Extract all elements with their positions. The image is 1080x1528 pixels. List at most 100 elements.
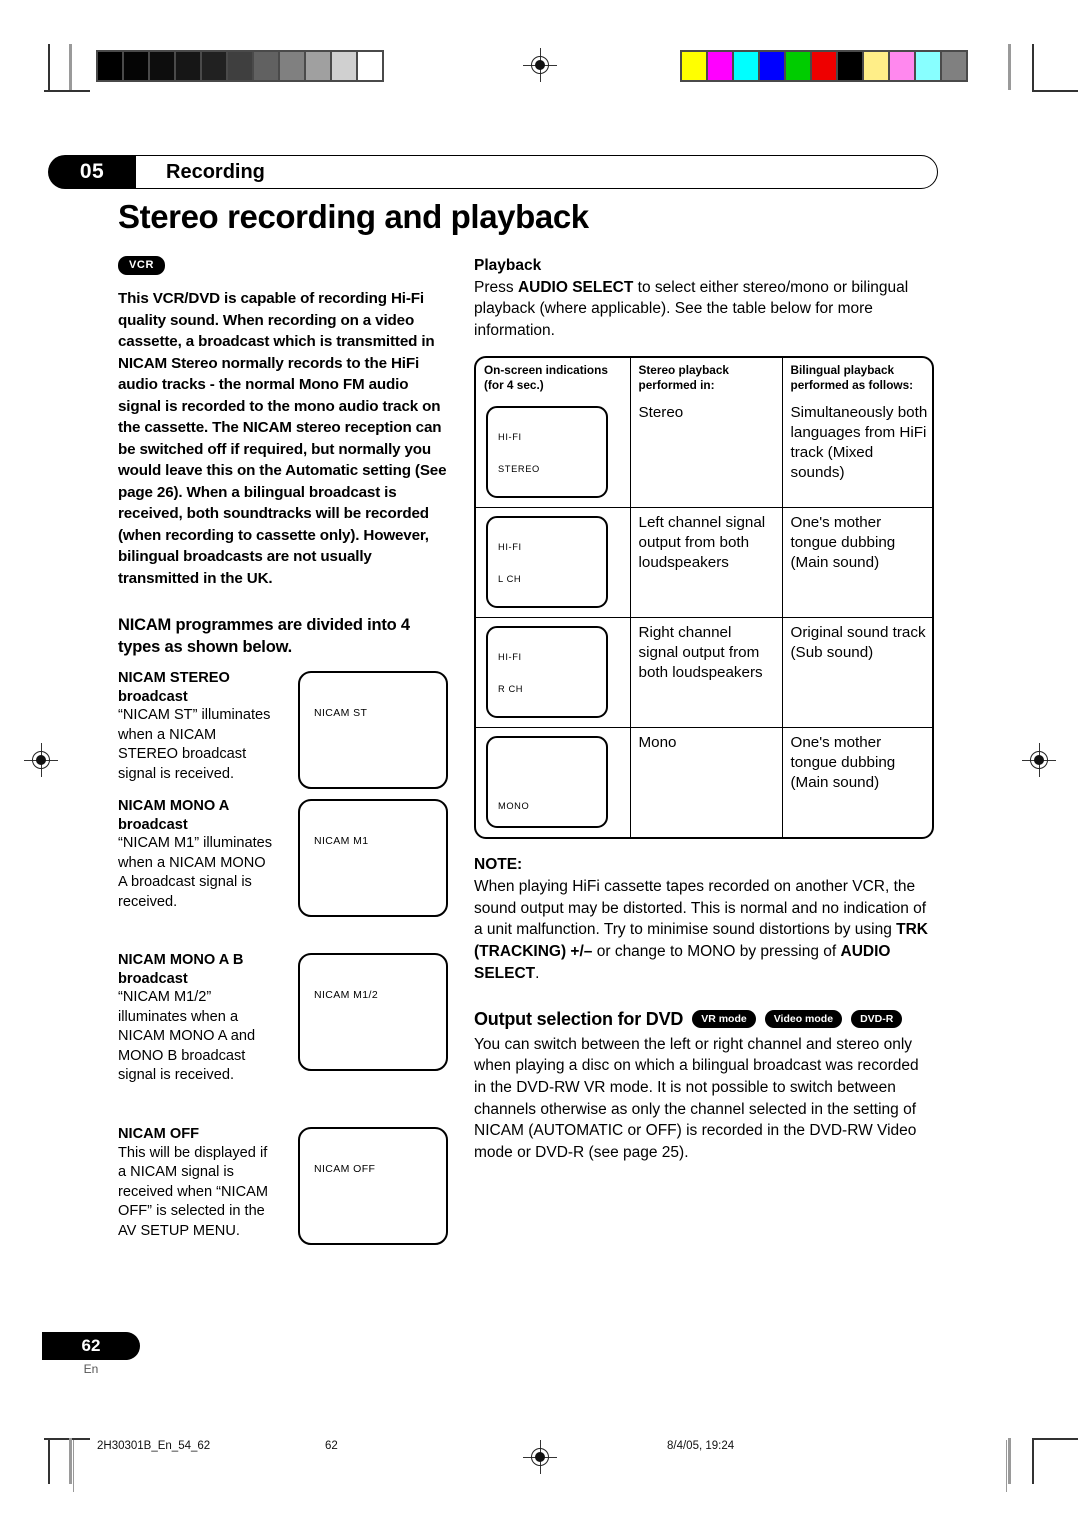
osd-line-2: STEREO [498,464,540,475]
page-language-code: En [83,1362,99,1376]
nicam-item: NICAM STEREO broadcast “NICAM ST” illumi… [118,669,448,793]
gray-swatch-1 [124,52,148,80]
osd-line-1: HI-FI [498,542,522,553]
color-swatch-3 [760,52,784,80]
dvd-output-heading: Output selection for DVD [474,1008,684,1029]
gray-swatch-3 [176,52,200,80]
gray-swatch-5 [228,52,252,80]
crop-mark-tr-bar [1008,44,1011,90]
table-row: HI-FI L CH Left channel signal output fr… [476,507,932,619]
color-swatch-4 [786,52,810,80]
cell-stereo: Mono [629,727,783,838]
nicam-item-title: NICAM OFF [118,1125,200,1142]
footer-file-id: 2H30301B_En_54_62 [97,1440,211,1452]
cell-bilingual: Original sound track (Sub sound) [781,617,932,729]
cell-osd: MONO [476,727,631,838]
nicam-item: NICAM MONO A broadcast “NICAM M1” illumi… [118,797,448,947]
crop-mark-bl-h [44,1438,90,1440]
cell-stereo: Left channel signal output from both lou… [629,507,783,619]
color-calibration-strip [680,50,968,82]
note-text-b: or change to MONO by pressing of [592,943,841,961]
footer-sheet-number: 62 [325,1440,338,1452]
cell-osd: HI-FI L CH [476,507,631,619]
right-column: Playback Press AUDIO SELECT to select ei… [474,255,934,1164]
osd-line-1: MONO [498,801,530,812]
nicam-item-title: NICAM STEREO broadcast [118,669,230,705]
crop-mark-tl-h [44,90,90,92]
osd-line-1: HI-FI [498,432,522,443]
page-number-badge: 62 [42,1332,140,1360]
cell-stereo: Stereo [629,398,783,509]
osd-line-2: R CH [498,684,524,695]
tag-video-mode: Video mode [764,1010,843,1029]
gray-swatch-10 [358,52,382,80]
note-block: NOTE: When playing HiFi cassette tapes r… [474,854,934,984]
tag-vr-mode: VR mode [692,1010,756,1029]
grayscale-calibration-strip [96,50,384,82]
left-column: VCR This VCR/DVD is capable of recording… [118,255,448,1285]
osd-playback-table: On-screen indications (for 4 sec.) Stere… [476,357,932,838]
crop-mark-bl-v [48,1438,50,1484]
gray-swatch-4 [202,52,226,80]
gray-swatch-7 [280,52,304,80]
cell-stereo: Right channel signal output from both lo… [629,617,783,729]
crop-mark-br-v [1032,1438,1034,1484]
cell-osd: HI-FI STEREO [476,398,631,509]
color-swatch-9 [916,52,940,80]
osd-screen-box: NICAM OFF [298,1126,448,1245]
crop-mark-br-bar [1008,1438,1011,1484]
chapter-number: 05 [48,155,136,189]
registration-mark-right [1022,743,1056,777]
note-text-c: . [535,964,540,982]
table-header-row: On-screen indications (for 4 sec.) Stere… [476,357,932,399]
cell-bilingual: Simultaneously both languages from HiFi … [781,398,932,509]
playback-heading: Playback [474,257,542,274]
crop-mark-br-h [1032,1438,1078,1440]
crop-mark-tl-bar [69,44,72,90]
page-title: Stereo recording and playback [118,198,589,235]
col-header-indications: On-screen indications (for 4 sec.) [476,357,631,399]
osd-label: NICAM M1/2 [314,988,379,1001]
nicam-item: NICAM MONO A B broadcast “NICAM M1/2” il… [118,951,448,1121]
cell-bilingual: One's mother tongue dubbing (Main sound) [781,507,932,619]
note-text-a: When playing HiFi cassette tapes recorde… [474,878,927,939]
col-header-stereo: Stereo playback performed in: [629,357,783,399]
note-heading: NOTE: [474,856,523,874]
note-paragraph: When playing HiFi cassette tapes recorde… [474,876,934,984]
manual-page: 05 Recording Stereo recording and playba… [0,0,1080,1528]
color-swatch-1 [708,52,732,80]
table-row: MONO Mono One's mother tongue dubbing (M… [476,727,932,838]
gray-swatch-6 [254,52,278,80]
crop-mark-tr-h [1032,90,1078,92]
footer-rule-left [73,1440,75,1492]
osd-screen-box: NICAM M1/2 [298,952,448,1071]
osd-line-2: L CH [498,574,522,585]
color-swatch-5 [812,52,836,80]
chapter-header: 05 Recording [48,155,938,189]
mini-osd-screen: HI-FI L CH [486,516,608,609]
crop-mark-tl-v [48,44,50,90]
nicam-item-desc: “NICAM M1/2” illuminates when a NICAM MO… [118,989,256,1084]
crop-mark-tr-v [1032,44,1034,90]
osd-playback-table-wrapper: On-screen indications (for 4 sec.) Stere… [474,355,934,840]
color-swatch-7 [864,52,888,80]
osd-screen-box: NICAM ST [298,670,448,789]
footer-rule-right [1006,1440,1008,1492]
registration-mark-top [523,48,557,82]
color-swatch-0 [682,52,706,80]
nicam-item-desc: “NICAM M1” illuminates when a NICAM MONO… [118,835,273,910]
color-swatch-6 [838,52,862,80]
registration-mark-bottom [523,1440,557,1474]
nicam-item-title: NICAM MONO A B broadcast [118,951,244,987]
mini-osd-screen: HI-FI R CH [486,626,608,719]
gray-swatch-8 [306,52,330,80]
tag-dvd-r: DVD-R [851,1010,903,1029]
gray-swatch-2 [150,52,174,80]
col-header-bilingual: Bilingual playback performed as follows: [781,357,932,399]
intro-paragraph: This VCR/DVD is capable of recording Hi-… [118,290,447,587]
osd-screen-box: NICAM M1 [298,798,448,917]
nicam-item-title: NICAM MONO A broadcast [118,797,229,833]
color-swatch-8 [890,52,914,80]
nicam-item: NICAM OFF This will be displayed if a NI… [118,1125,448,1285]
nicam-item-desc: “NICAM ST” illuminates when a NICAM STER… [118,707,271,782]
